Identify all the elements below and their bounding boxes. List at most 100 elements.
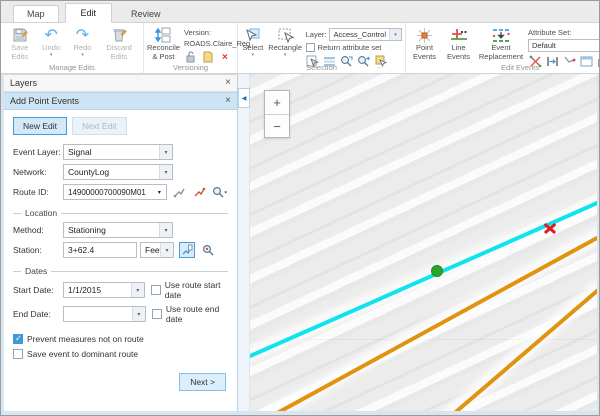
redo-icon: ↷ (76, 26, 89, 44)
zoom-to-route-icon[interactable] (212, 184, 228, 200)
caret-down-icon: ▾ (159, 165, 172, 179)
new-edit-button[interactable]: New Edit (13, 117, 67, 135)
method-dropdown[interactable]: Stationing ▾ (63, 222, 173, 238)
save-icon (12, 26, 28, 44)
select-cursor-icon (244, 26, 261, 44)
caret-down-icon: ▾ (81, 53, 84, 57)
station-label: Station: (13, 245, 63, 255)
window-frame-bottom (1, 411, 599, 415)
left-panel: Layers × Add Point Events × New Edit Nex… (4, 74, 238, 415)
group-manage-edits: Save Edits ↶ Undo ▾ ↷ Redo ▾ Discard Edi… (1, 23, 144, 73)
station-picker-icon[interactable] (179, 242, 195, 258)
use-route-start-date-checkbox[interactable] (151, 285, 161, 295)
line-events-icon (450, 26, 468, 44)
caret-down-icon: ▾ (50, 53, 53, 57)
caret-down-icon: ▾ (389, 29, 401, 40)
trash-icon (112, 26, 127, 44)
group-versioning: Reconcile & Post Version: ROADS.Claire_R… (144, 23, 238, 73)
dominant-route-label: Save event to dominant route (27, 349, 138, 359)
layer-dropdown[interactable]: Access_Control ▾ (329, 28, 402, 41)
event-replacement-button[interactable]: Event Replacement (477, 25, 525, 61)
panel-collapse-strip: ◀ (238, 74, 250, 415)
remove-route-icon[interactable] (192, 184, 207, 200)
return-attribute-set-checkbox[interactable]: Return attribute set (306, 43, 402, 52)
point-events-icon (416, 26, 433, 44)
rectangle-select-icon (277, 26, 294, 44)
add-point-events-title: Add Point Events (10, 96, 79, 106)
network-label: Network: (13, 167, 63, 177)
reconcile-icon (154, 26, 172, 44)
caret-down-icon: ▾ (132, 307, 145, 321)
rectangle-button[interactable]: Rectangle ▾ (269, 25, 302, 57)
use-route-end-date-checkbox[interactable] (152, 309, 162, 319)
line-events-button[interactable]: Line Events (443, 25, 474, 61)
group-label-versioning: Versioning (144, 63, 237, 72)
tab-edit[interactable]: Edit (65, 3, 113, 23)
zoom-to-station-icon[interactable] (200, 242, 216, 258)
prevent-measures-label: Prevent measures not on route (27, 334, 144, 344)
close-icon[interactable]: × (225, 96, 231, 106)
zoom-out-button[interactable]: − (265, 114, 289, 137)
map-zoom-control: + − (264, 90, 290, 138)
discard-edits-button[interactable]: Discard Edits (98, 25, 140, 61)
dates-section-label: Dates (13, 266, 228, 276)
checkbox-icon (306, 43, 315, 52)
undo-button[interactable]: ↶ Undo ▾ (35, 25, 66, 57)
delete-version-icon[interactable]: × (218, 50, 232, 64)
add-point-events-header[interactable]: Add Point Events × (4, 92, 237, 110)
event-replacement-icon (491, 26, 511, 44)
unlock-version-icon[interactable] (184, 50, 198, 64)
caret-down-icon: ▾ (284, 53, 287, 57)
point-events-button[interactable]: Point Events (409, 25, 440, 61)
dominant-route-checkbox[interactable] (13, 349, 23, 359)
prevent-measures-checkbox[interactable] (13, 334, 23, 344)
located-point-marker-icon (431, 265, 443, 277)
app-window: Map Edit Review Save Edits ↶ Undo ▾ ↷ Re… (0, 0, 600, 416)
caret-down-icon: ▾ (159, 223, 172, 237)
add-point-events-body: New Edit Next Edit Event Layer: Signal ▾… (4, 110, 237, 415)
zoom-in-button[interactable]: + (265, 91, 289, 114)
use-route-start-date-label: Use route start date (165, 280, 228, 300)
select-button[interactable]: Select ▾ (241, 25, 265, 57)
tab-map[interactable]: Map (13, 5, 59, 22)
ribbon: Save Edits ↶ Undo ▾ ↷ Redo ▾ Discard Edi… (1, 23, 599, 74)
save-edits-button[interactable]: Save Edits (4, 25, 35, 61)
content-area: Layers × Add Point Events × New Edit Nex… (1, 74, 599, 415)
attribute-set-dropdown[interactable]: Default ▾ (528, 39, 600, 52)
group-label-edit-events: Edit Events (406, 63, 600, 72)
attribute-set-label: Attribute Set: (528, 28, 600, 37)
undo-icon: ↶ (44, 26, 57, 44)
caret-down-icon: ▾ (131, 283, 144, 297)
collapse-left-icon: ◀ (242, 95, 247, 102)
caret-down-icon: ▾ (160, 243, 173, 257)
tab-review[interactable]: Review (118, 6, 174, 22)
next-edit-button[interactable]: Next Edit (72, 117, 127, 135)
network-dropdown[interactable]: CountyLog ▾ (63, 164, 173, 180)
attribute-set-panel: Attribute Set: Default ▾ (528, 25, 600, 68)
redo-button[interactable]: ↷ Redo ▾ (67, 25, 98, 57)
station-unit-dropdown[interactable]: Feet ▾ (140, 242, 174, 258)
route-end-marker-icon (543, 221, 557, 235)
caret-down-icon: ▾ (159, 145, 172, 159)
group-label-manage-edits: Manage Edits (1, 63, 143, 72)
selection-options: Layer: Access_Control ▾ Return attribute… (306, 25, 402, 68)
layers-pane-title: Layers (10, 78, 37, 88)
use-route-end-date-label: Use route end date (166, 304, 228, 324)
window-frame-right (597, 74, 599, 415)
station-input[interactable]: 3+62.4 (63, 242, 137, 258)
layers-pane-header[interactable]: Layers × (4, 74, 237, 92)
reconcile-post-button[interactable]: Reconcile & Post (147, 25, 180, 61)
route-id-combo[interactable]: 14900000700090M01 ▾ (63, 184, 167, 200)
add-route-icon[interactable] (172, 184, 187, 200)
map-view[interactable]: + − (250, 74, 597, 415)
end-date-dropdown[interactable]: ▾ (63, 306, 146, 322)
method-label: Method: (13, 225, 63, 235)
start-date-label: Start Date: (13, 285, 63, 295)
event-layer-dropdown[interactable]: Signal ▾ (63, 144, 173, 160)
start-date-dropdown[interactable]: 1/1/2015 ▾ (63, 282, 145, 298)
new-version-icon[interactable] (201, 50, 215, 64)
group-selection: Select ▾ Rectangle ▾ Layer: Access_Contr… (238, 23, 406, 73)
next-button[interactable]: Next > (179, 373, 226, 391)
close-icon[interactable]: × (225, 78, 231, 88)
collapse-panel-button[interactable]: ◀ (238, 88, 250, 108)
